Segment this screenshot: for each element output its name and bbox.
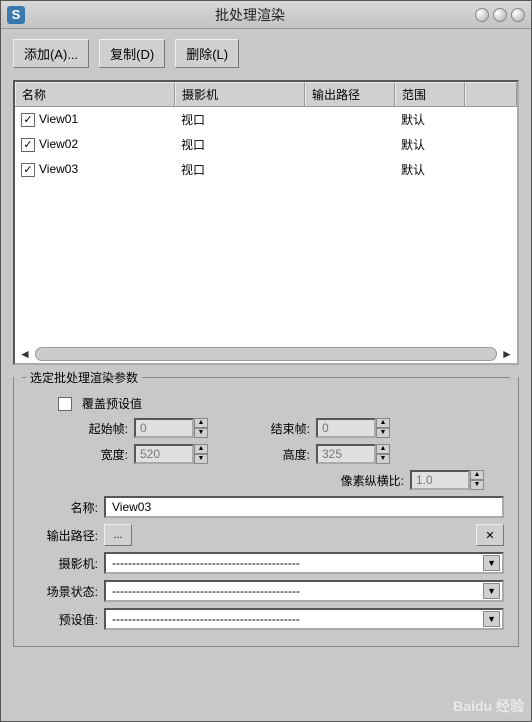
list-body: View01视口默认View02视口默认View03视口默认 bbox=[15, 107, 517, 182]
window-controls bbox=[475, 8, 525, 22]
app-icon: S bbox=[7, 6, 25, 24]
aspect-row: 像素纵横比: ▲▼ bbox=[28, 470, 504, 490]
preset-row: 预设值: -----------------------------------… bbox=[28, 608, 504, 630]
window-title: 批处理渲染 bbox=[25, 5, 475, 25]
row-checkbox[interactable] bbox=[21, 138, 35, 152]
scene-state-row: 场景状态: ----------------------------------… bbox=[28, 580, 504, 602]
col-camera[interactable]: 摄影机 bbox=[175, 82, 305, 106]
delete-button[interactable]: 删除(L) bbox=[175, 39, 239, 68]
scroll-right-icon[interactable]: ► bbox=[499, 346, 515, 362]
width-spinner[interactable]: ▲▼ bbox=[194, 444, 208, 464]
override-row: 覆盖预设值 bbox=[28, 395, 504, 412]
height-spinner[interactable]: ▲▼ bbox=[376, 444, 390, 464]
frame-row: 起始帧: ▲▼ 结束帧: ▲▼ bbox=[28, 418, 504, 438]
row-ext bbox=[469, 118, 513, 122]
row-camera: 视口 bbox=[179, 134, 309, 155]
preset-label: 预设值: bbox=[28, 611, 98, 628]
row-ext bbox=[469, 168, 513, 172]
camera-label: 摄影机: bbox=[28, 555, 98, 572]
output-label: 输出路径: bbox=[28, 527, 98, 544]
start-frame-input[interactable]: ▲▼ bbox=[134, 418, 208, 438]
aspect-input[interactable]: ▲▼ bbox=[410, 470, 484, 490]
row-range: 默认 bbox=[399, 159, 469, 180]
row-name: View03 bbox=[39, 162, 78, 176]
output-clear-button[interactable]: ✕ bbox=[476, 524, 504, 546]
scene-state-label: 场景状态: bbox=[28, 583, 98, 600]
col-ext[interactable] bbox=[465, 82, 517, 106]
start-frame-label: 起始帧: bbox=[68, 420, 128, 437]
batch-render-window: S 批处理渲染 添加(A)... 复制(D) 删除(L) 名称 摄影机 输出路径… bbox=[0, 0, 532, 722]
copy-button[interactable]: 复制(D) bbox=[99, 39, 165, 68]
table-row[interactable]: View03 视口 默认 bbox=[15, 157, 517, 182]
row-checkbox[interactable] bbox=[21, 163, 35, 177]
row-range: 默认 bbox=[399, 109, 469, 130]
end-frame-spinner[interactable]: ▲▼ bbox=[376, 418, 390, 438]
aspect-spinner[interactable]: ▲▼ bbox=[470, 470, 484, 490]
name-label: 名称: bbox=[28, 499, 98, 516]
col-output[interactable]: 输出路径 bbox=[305, 82, 395, 106]
end-frame-label: 结束帧: bbox=[250, 420, 310, 437]
scene-state-select[interactable]: ----------------------------------------… bbox=[104, 580, 504, 602]
close-button[interactable] bbox=[511, 8, 525, 22]
height-input[interactable]: ▲▼ bbox=[316, 444, 390, 464]
toolbar: 添加(A)... 复制(D) 删除(L) bbox=[13, 39, 519, 68]
row-output bbox=[309, 118, 399, 122]
scroll-left-icon[interactable]: ◄ bbox=[17, 346, 33, 362]
content-area: 添加(A)... 复制(D) 删除(L) 名称 摄影机 输出路径 范围 View… bbox=[1, 29, 531, 657]
size-row: 宽度: ▲▼ 高度: ▲▼ bbox=[28, 444, 504, 464]
output-browse-button[interactable]: ... bbox=[104, 524, 132, 546]
start-frame-spinner[interactable]: ▲▼ bbox=[194, 418, 208, 438]
table-row[interactable]: View01 视口 默认 bbox=[15, 107, 517, 132]
output-row: 输出路径: ... ✕ bbox=[28, 524, 504, 546]
name-row: 名称: bbox=[28, 496, 504, 518]
row-checkbox[interactable] bbox=[21, 113, 35, 127]
row-name: View02 bbox=[39, 137, 78, 151]
col-name[interactable]: 名称 bbox=[15, 82, 175, 106]
params-group: 选定批处理渲染参数 覆盖预设值 起始帧: ▲▼ 结束帧: ▲▼ 宽度 bbox=[13, 377, 519, 647]
end-frame-input[interactable]: ▲▼ bbox=[316, 418, 390, 438]
width-input[interactable]: ▲▼ bbox=[134, 444, 208, 464]
camera-row: 摄影机: -----------------------------------… bbox=[28, 552, 504, 574]
col-range[interactable]: 范围 bbox=[395, 82, 465, 106]
width-label: 宽度: bbox=[68, 446, 128, 463]
maximize-button[interactable] bbox=[493, 8, 507, 22]
row-name: View01 bbox=[39, 112, 78, 126]
table-row[interactable]: View02 视口 默认 bbox=[15, 132, 517, 157]
titlebar: S 批处理渲染 bbox=[1, 1, 531, 29]
view-list: 名称 摄影机 输出路径 范围 View01视口默认View02视口默认View0… bbox=[13, 80, 519, 365]
horizontal-scrollbar[interactable] bbox=[35, 347, 497, 361]
name-input[interactable] bbox=[104, 496, 504, 518]
camera-select[interactable]: ----------------------------------------… bbox=[104, 552, 504, 574]
minimize-button[interactable] bbox=[475, 8, 489, 22]
row-camera: 视口 bbox=[179, 159, 309, 180]
params-legend: 选定批处理渲染参数 bbox=[22, 369, 510, 386]
override-checkbox[interactable] bbox=[58, 397, 72, 411]
row-range: 默认 bbox=[399, 134, 469, 155]
row-camera: 视口 bbox=[179, 109, 309, 130]
aspect-label: 像素纵横比: bbox=[314, 472, 404, 489]
row-output bbox=[309, 143, 399, 147]
add-button[interactable]: 添加(A)... bbox=[13, 39, 89, 68]
row-output bbox=[309, 168, 399, 172]
preset-select[interactable]: ----------------------------------------… bbox=[104, 608, 504, 630]
override-label: 覆盖预设值 bbox=[82, 395, 142, 412]
height-label: 高度: bbox=[250, 446, 310, 463]
row-ext bbox=[469, 143, 513, 147]
list-header: 名称 摄影机 输出路径 范围 bbox=[15, 82, 517, 107]
watermark: Baidu 经验 bbox=[453, 696, 524, 716]
